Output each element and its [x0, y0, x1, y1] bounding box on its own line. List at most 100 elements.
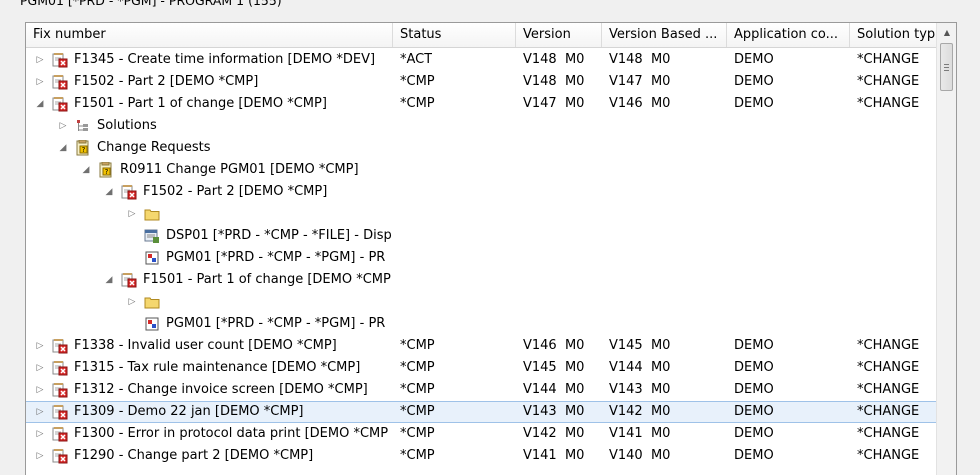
expand-arrow-icon[interactable]: ▷	[57, 120, 69, 132]
status-cell: *CMP	[400, 74, 435, 89]
status-cell: *CMP	[400, 338, 435, 353]
fix-number-cell: PGM01 [*PRD - *CMP - *PGM] - PR	[126, 247, 393, 269]
column-header-application-code[interactable]: Application co...	[727, 23, 850, 47]
expand-arrow-icon[interactable]: ▷	[34, 428, 46, 440]
solution-type-cell: *CHANGE	[857, 338, 920, 353]
expand-arrow-icon[interactable]: ▷	[34, 406, 46, 418]
column-header-version-based[interactable]: Version Based ...	[602, 23, 727, 47]
status-cell: *CMP	[400, 404, 435, 419]
row-label: F1345 - Create time information [DEMO *D…	[74, 52, 376, 67]
table-row[interactable]: ◢ F1502 - Part 2 [DEMO *CMP]	[26, 181, 938, 203]
fix-number-cell: PGM01 [*PRD - *CMP - *PGM] - PR	[126, 313, 393, 335]
version-based-cell: V147 M0	[609, 74, 671, 89]
fix-number-cell: ▷ F1309 - Demo 22 jan [DEMO *CMP]	[34, 402, 393, 422]
solution-type-cell: *CHANGE	[857, 404, 920, 419]
table-row[interactable]: ▷	[26, 203, 938, 225]
table-row[interactable]: ▷	[26, 291, 938, 313]
scroll-up-arrow-icon[interactable]: ▲	[939, 24, 955, 41]
expand-arrow-icon[interactable]: ▷	[34, 384, 46, 396]
table-row[interactable]: ◢ F1501 - Part 1 of change [DEMO *CMP	[26, 269, 938, 291]
solution-type-cell: *CHANGE	[857, 426, 920, 441]
expand-arrow-icon[interactable]: ▷	[34, 362, 46, 374]
row-label: F1312 - Change invoice screen [DEMO *CMP…	[74, 382, 368, 397]
collapse-arrow-icon[interactable]: ◢	[103, 186, 115, 198]
row-label: PGM01 [*PRD - *CMP - *PGM] - PR	[166, 250, 386, 265]
column-header-row: Fix number Status Version Version Based …	[26, 23, 938, 48]
fix-icon	[52, 74, 68, 90]
version-cell: V147 M0	[523, 96, 585, 111]
fix-number-cell: ▷ F1338 - Invalid user count [DEMO *CMP]	[34, 335, 393, 357]
row-label: F1502 - Part 2 [DEMO *CMP]	[74, 74, 259, 89]
version-based-cell: V146 M0	[609, 96, 671, 111]
solution-type-cell: *CHANGE	[857, 448, 920, 463]
table-row[interactable]: ▷ F1312 - Change invoice screen [DEMO *CM…	[26, 379, 938, 401]
column-header-fix-number[interactable]: Fix number	[26, 23, 393, 47]
table-row[interactable]: ▷ Solutions	[26, 115, 938, 137]
row-label: F1290 - Change part 2 [DEMO *CMP]	[74, 448, 314, 463]
version-based-cell: V145 M0	[609, 338, 671, 353]
table-row[interactable]: ▷ F1502 - Part 2 [DEMO *CMP] *CMP V148 M0 V1…	[26, 71, 938, 93]
version-cell: V148 M0	[523, 74, 585, 89]
expand-arrow-icon[interactable]: ▷	[34, 340, 46, 352]
table-row[interactable]: PGM01 [*PRD - *CMP - *PGM] - PR	[26, 247, 938, 269]
collapse-arrow-icon[interactable]: ◢	[103, 274, 115, 286]
collapse-arrow-icon[interactable]: ◢	[34, 98, 46, 110]
status-cell: *ACT	[400, 52, 433, 67]
dsp-icon	[144, 228, 160, 244]
table-row[interactable]: ▷ F1290 - Change part 2 [DEMO *CMP] *CMP V1…	[26, 445, 938, 467]
row-label: F1300 - Error in protocol data print [DE…	[74, 426, 389, 441]
fix-number-cell: ▷ F1315 - Tax rule maintenance [DEMO *CMP…	[34, 357, 393, 379]
solution-type-cell: *CHANGE	[857, 382, 920, 397]
table-row[interactable]: ▷ F1315 - Tax rule maintenance [DEMO *CMP…	[26, 357, 938, 379]
fix-icon	[52, 382, 68, 398]
fix-number-cell: ▷ F1502 - Part 2 [DEMO *CMP]	[34, 71, 393, 93]
version-cell: V142 M0	[523, 426, 585, 441]
expand-arrow-icon[interactable]: ▷	[126, 208, 138, 220]
expand-arrow-icon[interactable]: ▷	[126, 296, 138, 308]
collapse-arrow-icon[interactable]: ◢	[57, 142, 69, 154]
table-row[interactable]: PGM01 [*PRD - *CMP - *PGM] - PR	[26, 313, 938, 335]
application-code-cell: DEMO	[734, 52, 774, 67]
expand-arrow-icon[interactable]: ▷	[34, 54, 46, 66]
folder-icon	[144, 294, 160, 310]
table-row[interactable]: ◢ F1501 - Part 1 of change [DEMO *CMP] *CM…	[26, 93, 938, 115]
solution-type-cell: *CHANGE	[857, 360, 920, 375]
collapse-arrow-icon[interactable]: ◢	[80, 164, 92, 176]
version-based-cell: V148 M0	[609, 52, 671, 67]
vertical-scrollbar[interactable]: ▲	[936, 23, 956, 475]
solutions-icon	[75, 118, 91, 134]
expand-arrow-icon[interactable]: ▷	[34, 450, 46, 462]
table-row[interactable]: ▷ F1309 - Demo 22 jan [DEMO *CMP] *CMP V143…	[26, 401, 938, 423]
table-row[interactable]: ▷ F1345 - Create time information [DEMO *…	[26, 49, 938, 71]
fix-number-cell: ◢? Change Requests	[57, 137, 393, 159]
expand-arrow-icon[interactable]: ▷	[34, 76, 46, 88]
table-row[interactable]: ▷ F1338 - Invalid user count [DEMO *CMP] *…	[26, 335, 938, 357]
application-code-cell: DEMO	[734, 360, 774, 375]
column-header-solution-type[interactable]: Solution typ	[850, 23, 938, 47]
fix-icon	[121, 272, 137, 288]
version-based-cell: V144 M0	[609, 360, 671, 375]
version-based-cell: V142 M0	[609, 404, 671, 419]
table-row[interactable]: ◢? Change Requests	[26, 137, 938, 159]
row-label: Solutions	[97, 118, 157, 133]
scrollbar-thumb[interactable]	[940, 43, 953, 91]
fix-tree-table[interactable]: Fix number Status Version Version Based …	[25, 22, 957, 475]
application-code-cell: DEMO	[734, 448, 774, 463]
fix-icon	[121, 184, 137, 200]
solution-type-cell: *CHANGE	[857, 74, 920, 89]
table-row[interactable]: ▷ F1300 - Error in protocol data print [D…	[26, 423, 938, 445]
column-header-status[interactable]: Status	[393, 23, 516, 47]
row-label: DSP01 [*PRD - *CMP - *FILE] - Disp	[166, 228, 392, 243]
table-row[interactable]: ◢? R0911 Change PGM01 [DEMO *CMP]	[26, 159, 938, 181]
table-row[interactable]: DSP01 [*PRD - *CMP - *FILE] - Disp	[26, 225, 938, 247]
version-cell: V148 M0	[523, 52, 585, 67]
status-cell: *CMP	[400, 448, 435, 463]
window: PGM01 [*PRD - *PGM] - PROGRAM 1 (155) Fi…	[0, 0, 980, 475]
fix-icon	[52, 426, 68, 442]
column-header-version[interactable]: Version	[516, 23, 602, 47]
row-label: F1502 - Part 2 [DEMO *CMP]	[143, 184, 328, 199]
fix-number-cell: ▷ F1345 - Create time information [DEMO *…	[34, 49, 393, 71]
row-label: F1501 - Part 1 of change [DEMO *CMP	[143, 272, 391, 287]
fix-number-cell: ▷ F1300 - Error in protocol data print [D…	[34, 423, 393, 445]
